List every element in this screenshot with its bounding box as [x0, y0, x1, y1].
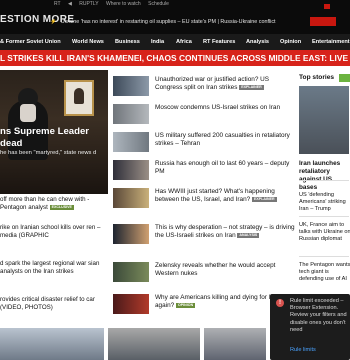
explainer-badge: EXPLAINER — [252, 196, 277, 202]
hero-title[interactable]: ns Supreme Leader dead — [0, 126, 108, 150]
story-title[interactable]: Moscow condemns US-Israel strikes on Ira… — [155, 104, 280, 111]
nav-item-business[interactable]: Business — [115, 39, 140, 45]
nav-item-africa[interactable]: Africa — [176, 39, 192, 45]
divider — [299, 216, 349, 217]
language-button[interactable] — [310, 17, 336, 26]
hero-story[interactable]: ns Supreme Leader dead he has been "mart… — [0, 70, 108, 194]
nav-item-world-news[interactable]: World News — [72, 39, 104, 45]
popup-message: Rule limit exceeded – Browser Extension.… — [290, 298, 347, 333]
story-thumbnail — [113, 160, 149, 180]
list-item[interactable]: Unauthorized war or justified action? US… — [113, 76, 293, 98]
top-bar: RT ◀ RUPTLY Where to watch Schedule ESTI… — [0, 0, 350, 34]
where-to-watch-link[interactable]: Where to watch — [106, 1, 141, 7]
list-item[interactable]: Has WWIII just started? What's happening… — [113, 188, 293, 214]
opinion-badge: OPINION — [175, 302, 196, 308]
left-story-text[interactable]: rovides critical disaster relief to car … — [0, 296, 95, 311]
ticker-text[interactable]: Ukraine 'has no interest' in restarting … — [61, 19, 276, 25]
nav-item-entertainment[interactable]: Entertainment — [312, 39, 350, 45]
top-story-item[interactable]: US 'defending Americans' striking Iran –… — [299, 192, 350, 214]
warning-icon: ! — [276, 299, 284, 307]
story-thumbnail[interactable] — [0, 328, 104, 360]
list-item[interactable]: Russia has enough oil to last 60 years –… — [113, 160, 293, 182]
story-thumbnail — [113, 294, 149, 314]
flash-icon: ⚡ — [50, 19, 57, 25]
list-item[interactable]: Zelensky reveals whether he would accept… — [113, 262, 293, 284]
story-thumbnail[interactable] — [204, 328, 266, 360]
story-title[interactable]: Why are Americans killing and dying for … — [155, 294, 286, 309]
top-stories-tab[interactable] — [339, 74, 350, 82]
top-story-image[interactable] — [299, 86, 349, 154]
top-stories-heading: Top stories — [299, 74, 335, 81]
story-thumbnail — [113, 262, 149, 282]
left-story-4[interactable]: rovides critical disaster relief to car … — [0, 296, 105, 312]
divider — [299, 180, 349, 181]
story-title[interactable]: Russia has enough oil to last 60 years –… — [155, 160, 289, 175]
analysis-badge: ANALYSIS — [237, 232, 260, 238]
explainer-badge: EXPLAINER — [239, 84, 264, 90]
story-thumbnail — [113, 104, 149, 124]
left-story-1[interactable]: off more than he can chew with -Pentagon… — [0, 196, 105, 212]
main-nav: & Former Soviet Union World News Busines… — [0, 34, 350, 50]
rule-limits-link[interactable]: Rule limits — [290, 347, 316, 354]
divider — [299, 256, 349, 257]
left-story-text[interactable]: off more than he can chew with -Pentagon… — [0, 196, 89, 211]
left-story-2[interactable]: rike on Iranian school kills over ren – … — [0, 224, 105, 240]
left-story-text[interactable]: d spark the largest regional war sian an… — [0, 260, 99, 275]
ruptly-link[interactable]: RUPTLY — [79, 1, 98, 7]
story-thumbnail — [113, 224, 149, 244]
story-thumbnail[interactable] — [108, 328, 200, 360]
story-title[interactable]: Zelensky reveals whether he would accept… — [155, 262, 275, 277]
notification-icon[interactable] — [324, 4, 330, 9]
list-item[interactable]: Moscow condemns US-Israel strikes on Ira… — [113, 104, 293, 126]
top-story-item[interactable]: The Pentagon wants tech giant is defendi… — [299, 262, 350, 284]
top-story-item[interactable]: UK, France aim to talks with Ukraine on … — [299, 222, 350, 244]
exclusive-badge: EXCLUSIVE — [49, 204, 74, 210]
list-item[interactable]: US military suffered 200 casualties in r… — [113, 132, 293, 154]
play-icon[interactable]: ◀ — [68, 1, 72, 7]
story-title[interactable]: US military suffered 200 casualties in r… — [155, 132, 290, 147]
banner-text[interactable]: L STRIKES KILL IRAN'S KHAMENEI, CHAOS CO… — [0, 53, 350, 63]
top-links: RT ◀ RUPTLY Where to watch Schedule — [54, 1, 175, 11]
top-story-headline[interactable]: Iran launches retaliatory against US bas… — [299, 160, 350, 192]
left-story-text[interactable]: rike on Iranian school kills over ren – … — [0, 224, 100, 239]
hero-portrait-image — [64, 80, 94, 116]
hero-subtitle: he has been "martyred," state news d — [0, 150, 97, 156]
breaking-news-banner[interactable]: L STRIKES KILL IRAN'S KHAMENEI, CHAOS CO… — [0, 50, 350, 66]
extension-popup: ! Rule limit exceeded – Browser Extensio… — [270, 294, 350, 360]
list-item[interactable]: Why are Americans killing and dying for … — [113, 294, 293, 318]
story-thumbnail — [113, 188, 149, 208]
story-title[interactable]: This is why desperation – not strategy –… — [155, 224, 295, 239]
nav-item-rt-features[interactable]: RT Features — [203, 39, 235, 45]
nav-item-analysis[interactable]: Analysis — [246, 39, 269, 45]
schedule-link[interactable]: Schedule — [148, 1, 169, 7]
list-item[interactable]: This is why desperation – not strategy –… — [113, 224, 295, 250]
nav-item-former-soviet-union[interactable]: & Former Soviet Union — [0, 39, 61, 45]
rt-logo[interactable]: RT — [54, 1, 61, 7]
story-thumbnail — [113, 132, 149, 152]
nav-item-india[interactable]: India — [151, 39, 164, 45]
left-story-3[interactable]: d spark the largest regional war sian an… — [0, 260, 105, 276]
nav-item-opinion[interactable]: Opinion — [280, 39, 301, 45]
news-ticker[interactable]: ⚡ Ukraine 'has no interest' in restarting… — [50, 19, 300, 25]
story-thumbnail — [113, 76, 149, 96]
